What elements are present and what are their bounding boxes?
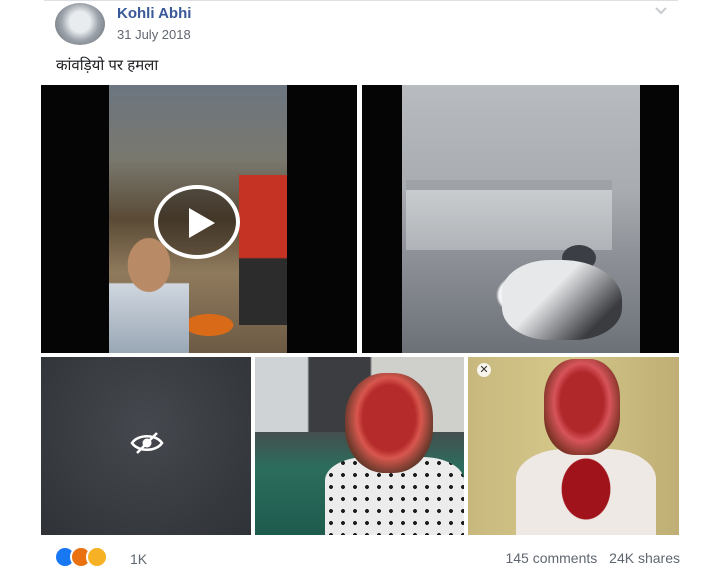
reactions-summary[interactable] — [54, 546, 134, 568]
media-tile-hidden[interactable] — [41, 357, 251, 535]
blurred-face — [345, 373, 433, 473]
play-button[interactable] — [154, 185, 240, 259]
author-avatar[interactable] — [55, 3, 105, 45]
hidden-eye-icon — [130, 432, 164, 454]
sad-reaction-icon — [86, 546, 108, 568]
reaction-count[interactable]: 1K — [130, 551, 147, 567]
author-name[interactable]: Kohli Abhi — [117, 5, 191, 22]
close-icon[interactable]: ✕ — [477, 363, 491, 377]
chevron-down-icon[interactable] — [654, 6, 668, 16]
post-date[interactable]: 31 July 2018 — [117, 27, 191, 42]
comments-count[interactable]: 145 comments — [505, 550, 597, 566]
video-person-red-shirt — [239, 175, 287, 325]
blurred-face — [544, 359, 620, 455]
post-stats: 145 comments 24K shares — [497, 550, 680, 566]
media-tile-injured-woman[interactable] — [255, 357, 464, 535]
media-tile-injured-person[interactable]: ✕ — [468, 357, 679, 535]
blurred-figure — [502, 260, 622, 340]
truck-photo — [402, 85, 640, 353]
media-tile-video[interactable] — [41, 85, 357, 353]
bloodied-shirt — [516, 449, 656, 535]
post-footer: 1K 145 comments 24K shares — [54, 544, 680, 572]
play-icon — [189, 208, 215, 238]
shares-count[interactable]: 24K shares — [609, 550, 680, 566]
post-caption: कांवड़ियो पर हमला — [56, 57, 159, 74]
media-tile-truck[interactable] — [362, 85, 679, 353]
truck-shape — [406, 180, 612, 250]
post-top-border — [44, 0, 678, 1]
facebook-post: Kohli Abhi 31 July 2018 कांवड़ियो पर हमल… — [0, 0, 720, 576]
